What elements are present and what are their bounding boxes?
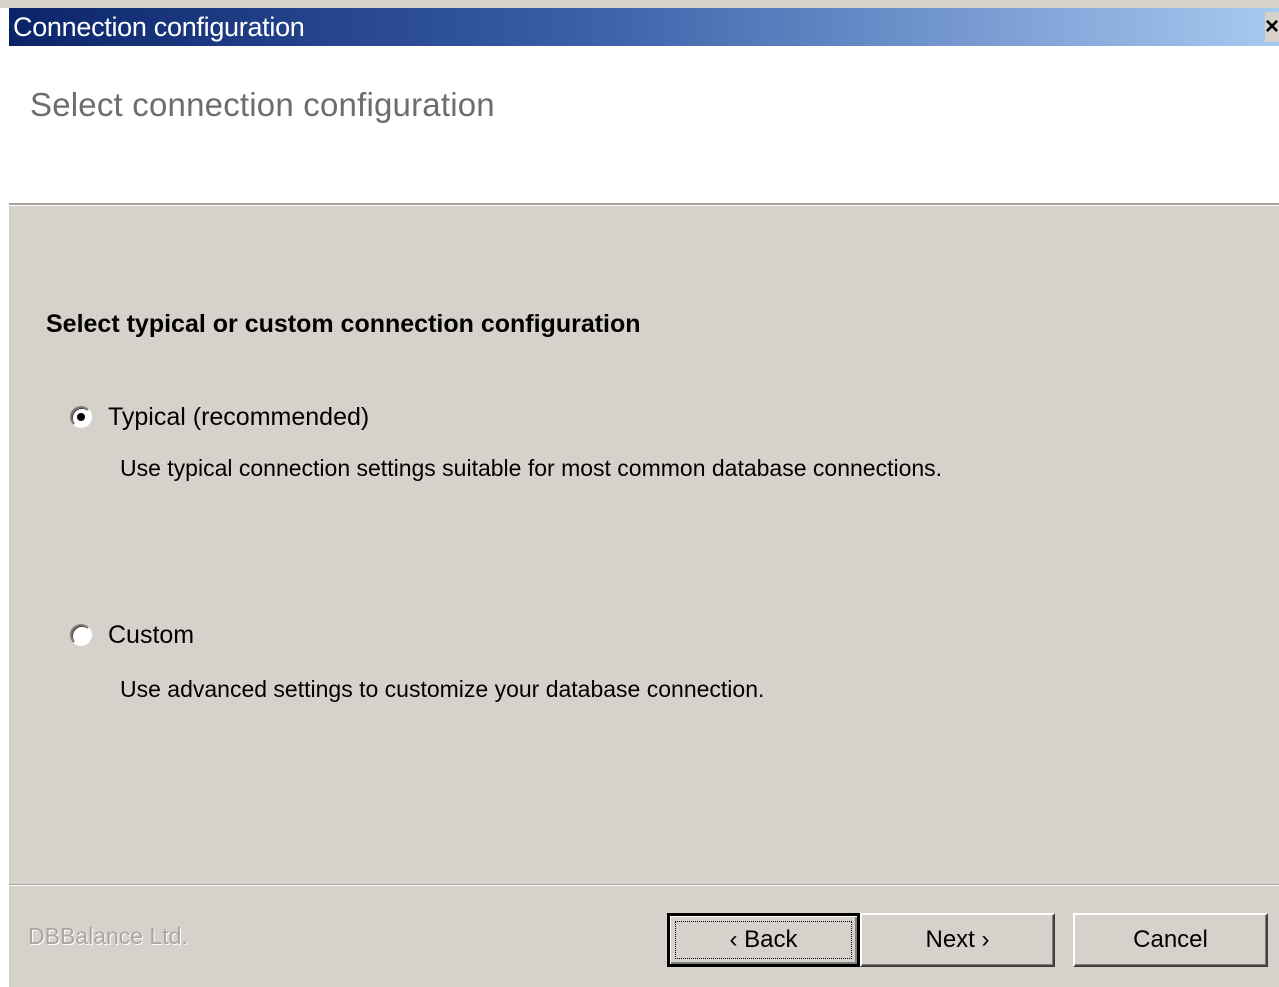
custom-option[interactable]: Custom [70, 620, 194, 650]
cancel-button-label: Cancel [1133, 926, 1208, 953]
typical-description: Use typical connection settings suitable… [120, 455, 943, 481]
custom-label[interactable]: Custom [108, 620, 194, 650]
title-bar[interactable]: Connection configuration × [9, 8, 1279, 46]
window-edge [0, 8, 9, 987]
cancel-button[interactable]: Cancel [1073, 913, 1268, 967]
window-title: Connection configuration [13, 12, 305, 42]
company-name: DBBalance Ltd. [28, 923, 188, 949]
typical-radio[interactable] [70, 406, 92, 428]
typical-label[interactable]: Typical (recommended) [108, 402, 369, 432]
page-title: Select connection configuration [30, 86, 495, 123]
radio-selected-dot [77, 413, 85, 421]
wizard-header: Select connection configuration [9, 46, 1279, 204]
header-divider [9, 203, 1279, 206]
next-button[interactable]: Next › [860, 913, 1055, 967]
connection-config-dialog: Connection configuration × Select connec… [0, 0, 1279, 987]
close-icon[interactable]: × [1265, 12, 1279, 42]
custom-description: Use advanced settings to customize your … [120, 676, 765, 702]
back-button[interactable]: ‹ Back [667, 913, 860, 967]
focus-rectangle [675, 921, 852, 959]
footer-divider [9, 884, 1279, 886]
custom-radio[interactable] [70, 624, 92, 646]
typical-option[interactable]: Typical (recommended) [70, 402, 369, 432]
section-heading: Select typical or custom connection conf… [46, 310, 641, 338]
next-button-label: Next › [925, 926, 990, 953]
